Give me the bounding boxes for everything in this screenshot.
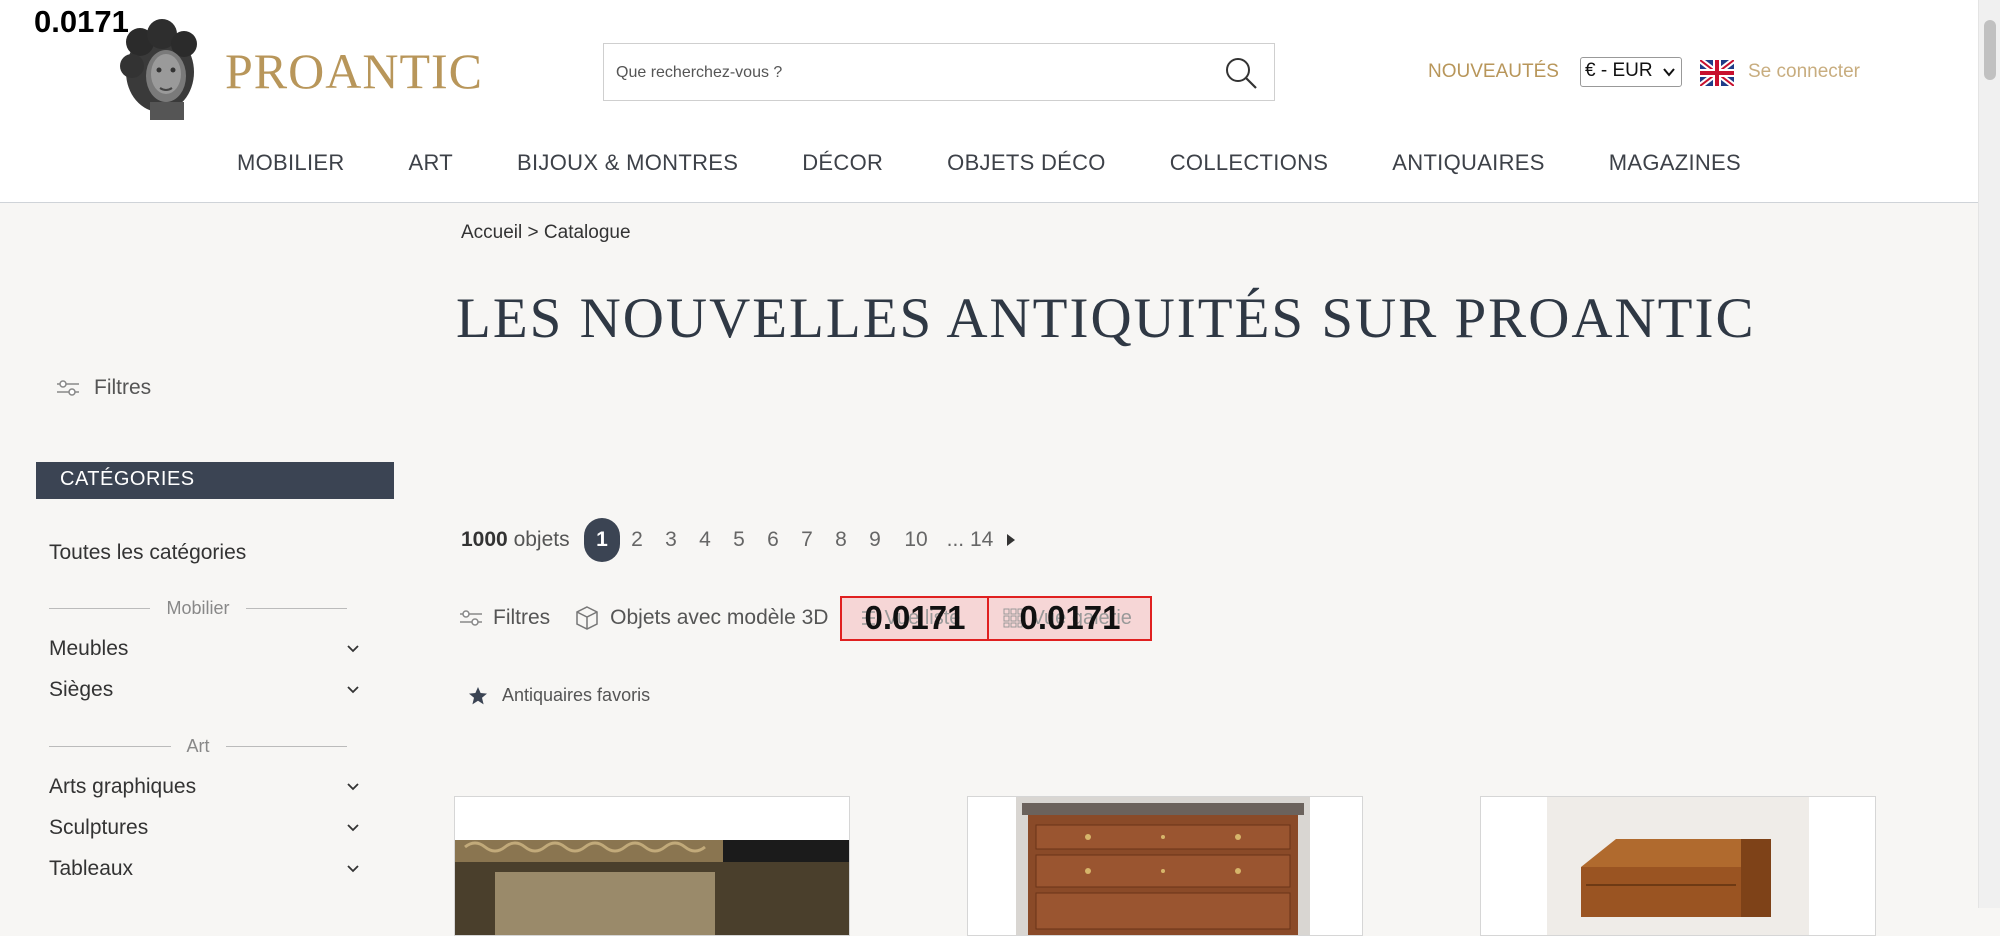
all-categories-link[interactable]: Toutes les catégories [49,541,246,565]
toolbar-filters-button[interactable]: Filtres [459,606,550,630]
favorite-dealers-toggle[interactable]: Antiquaires favoris [468,685,650,706]
chevron-down-icon [1663,68,1675,77]
sidebar-item-arts-graphiques[interactable]: Arts graphiques [49,775,359,799]
page-title: LES NOUVELLES ANTIQUITÉS SUR PROANTIC [456,287,1756,350]
nav-item-bijoux[interactable]: BIJOUX & MONTRES [485,150,770,176]
product-card[interactable] [967,796,1363,936]
nav-item-art[interactable]: ART [377,150,486,176]
categories-header: CATÉGORIES [36,462,394,499]
sidebar-item-sculptures[interactable]: Sculptures [49,816,359,840]
search-box [603,43,1275,102]
nav-item-decor[interactable]: DÉCOR [770,150,915,176]
search-input[interactable] [614,44,1198,102]
page-8[interactable]: 8 [824,528,858,552]
logo-text[interactable]: PROANTIC [225,42,483,100]
highlight-value: 0.0171 [1019,598,1121,636]
page-6[interactable]: 6 [756,528,790,552]
chevron-down-icon [347,865,359,873]
nav-item-magazines[interactable]: MAGAZINES [1577,150,1773,176]
sidebar-item-label: Sièges [49,678,114,701]
scrollbar-thumb[interactable] [1984,20,1996,80]
section-title: Mobilier [166,597,230,618]
model-3d-toggle[interactable]: Objets avec modèle 3D [574,605,828,631]
page-3[interactable]: 3 [654,528,688,552]
chevron-down-icon [347,824,359,832]
results-toolbar: Filtres Objets avec modèle 3D Vue liste … [459,595,1153,641]
sidebar-item-label: Tableaux [49,857,134,880]
nav-item-mobilier[interactable]: MOBILIER [205,150,377,176]
chevron-down-icon [347,645,359,653]
page-14[interactable]: ... 14 [940,528,1000,552]
uk-flag-icon[interactable] [1698,57,1736,89]
search-icon[interactable] [1224,56,1258,94]
results-count: 1000 objets [461,528,570,552]
favorite-dealers-label: Antiquaires favoris [502,685,651,705]
product-image-table [1481,797,1875,935]
results-count-label: objets [513,528,570,551]
section-title: Art [186,735,210,756]
highlight-value: 0.0171 [864,598,966,636]
next-page-icon[interactable] [1006,533,1016,547]
sidebar-item-meubles[interactable]: Meubles [49,637,359,661]
section-divider-art: Art [49,734,348,758]
page-5[interactable]: 5 [722,528,756,552]
star-icon [469,686,487,704]
breadcrumb[interactable]: Accueil > Catalogue [461,222,631,244]
main-nav: MOBILIER ART BIJOUX & MONTRES DÉCOR OBJE… [0,150,1978,176]
view-gallery-button[interactable]: Vue galerie 0.0171 [989,595,1153,641]
page-1[interactable]: 1 [584,518,620,562]
nav-item-collections[interactable]: COLLECTIONS [1138,150,1361,176]
toolbar-filters-label: Filtres [493,606,551,629]
product-image-commode [968,797,1362,935]
sidebar-item-sieges[interactable]: Sièges [49,678,359,702]
section-divider-mobilier: Mobilier [49,596,347,620]
page-scrollbar[interactable] [1978,0,2000,908]
nav-item-antiquaires[interactable]: ANTIQUAIRES [1360,150,1576,176]
filter-sliders-icon [57,380,79,396]
sidebar-item-label: Arts graphiques [49,775,197,798]
product-card[interactable] [1480,796,1876,936]
sidebar-filters-button[interactable]: Filtres [56,376,151,400]
overlay-score-label: 0.0171 [34,4,129,39]
cube-3d-icon [576,606,598,630]
page-7[interactable]: 7 [790,528,824,552]
currency-select[interactable]: € - EUR [1580,57,1682,87]
pagination: 1 2 3 4 5 6 7 8 9 10 ... 14 [584,518,1016,562]
page-10[interactable]: 10 [892,528,940,552]
page-2[interactable]: 2 [620,528,654,552]
page-4[interactable]: 4 [688,528,722,552]
sidebar-item-label: Meubles [49,637,129,660]
chevron-down-icon [347,783,359,791]
chevron-down-icon [347,686,359,694]
product-image-frame [455,797,849,935]
currency-value: € - EUR [1585,60,1653,81]
sidebar-filters-label: Filtres [94,376,152,399]
nav-item-objets-deco[interactable]: OBJETS DÉCO [915,150,1138,176]
view-list-button[interactable]: Vue liste 0.0171 [840,595,990,641]
login-link[interactable]: Se connecter [1748,61,1860,83]
filter-sliders-icon [460,610,482,626]
nouveautes-link[interactable]: NOUVEAUTÉS [1428,61,1559,83]
page-9[interactable]: 9 [858,528,892,552]
sidebar-item-tableaux[interactable]: Tableaux [49,857,359,881]
results-count-number: 1000 [461,528,508,551]
model-3d-label: Objets avec modèle 3D [610,606,829,629]
sidebar-item-label: Sculptures [49,816,149,839]
product-card[interactable] [454,796,850,936]
